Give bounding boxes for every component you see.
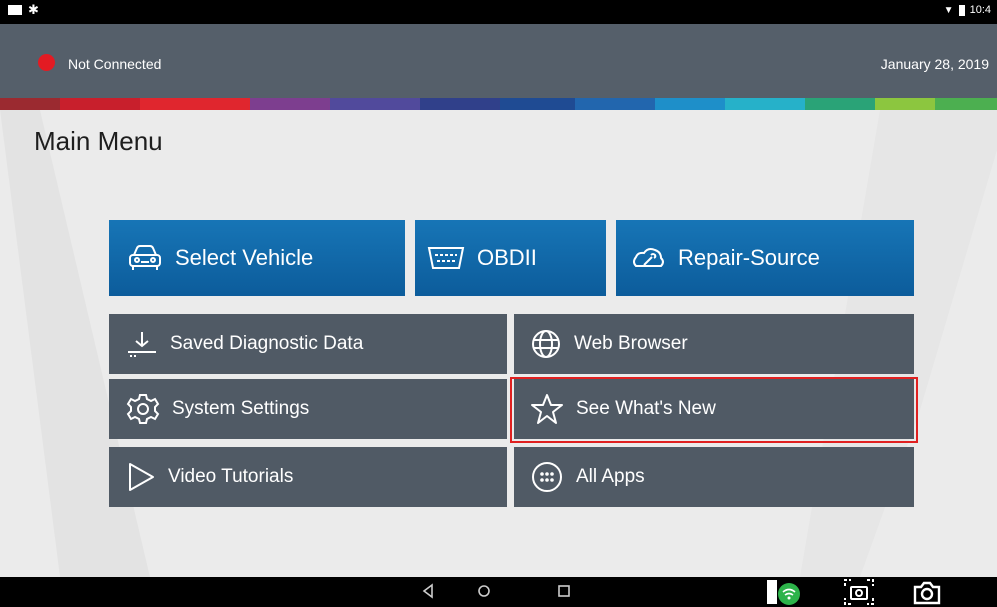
- web-browser-label: Web Browser: [574, 333, 688, 354]
- system-status-bar: ✱ ▼ 10:4: [0, 0, 997, 24]
- system-navigation-bar: [0, 577, 997, 607]
- current-date: January 28, 2019: [880, 56, 989, 72]
- connection-status-text: Not Connected: [68, 56, 162, 72]
- obdii-button[interactable]: OBDII: [415, 220, 606, 296]
- back-button[interactable]: [421, 581, 435, 606]
- wifi-connect-icon[interactable]: [767, 578, 803, 607]
- obdii-label: OBDII: [477, 245, 537, 270]
- system-settings-button[interactable]: System Settings: [109, 379, 507, 439]
- globe-icon: [530, 328, 562, 360]
- play-icon: [126, 461, 156, 493]
- brand-color-stripe: [0, 98, 997, 110]
- system-settings-label: System Settings: [172, 398, 310, 419]
- screen-capture-icon[interactable]: [843, 578, 875, 607]
- settings-notification-icon: ✱: [28, 2, 39, 17]
- recents-button[interactable]: [557, 581, 571, 606]
- video-tutorials-label: Video Tutorials: [168, 466, 294, 487]
- notification-icon: [8, 5, 22, 15]
- all-apps-button[interactable]: All Apps: [514, 447, 914, 507]
- video-tutorials-button[interactable]: Video Tutorials: [109, 447, 507, 507]
- main-menu-screen: Main Menu Select Vehicle OBDII Repair-So…: [0, 110, 997, 577]
- saved-diagnostic-data-button[interactable]: Saved Diagnostic Data: [109, 314, 507, 374]
- wrench-icon: [630, 244, 666, 272]
- home-button[interactable]: [476, 581, 492, 606]
- battery-icon: [958, 4, 965, 16]
- car-icon: [127, 243, 163, 273]
- app-header: Not Connected January 28, 2019: [0, 24, 997, 98]
- wifi-signal-icon: ▼: [943, 4, 954, 16]
- saved-diagnostic-data-label: Saved Diagnostic Data: [170, 333, 364, 354]
- download-icon: [126, 330, 158, 358]
- connection-status-indicator: [38, 54, 55, 71]
- gear-icon: [126, 392, 160, 426]
- web-browser-button[interactable]: Web Browser: [514, 314, 914, 374]
- clock: 10:4: [969, 4, 991, 16]
- all-apps-label: All Apps: [576, 466, 645, 487]
- repair-source-label: Repair-Source: [678, 245, 820, 270]
- apps-grid-icon: [530, 460, 564, 494]
- select-vehicle-button[interactable]: Select Vehicle: [109, 220, 405, 296]
- obd-connector-icon: [427, 245, 465, 271]
- page-title: Main Menu: [34, 126, 163, 156]
- select-vehicle-label: Select Vehicle: [175, 245, 314, 270]
- selection-highlight: [510, 377, 918, 443]
- repair-source-button[interactable]: Repair-Source: [616, 220, 914, 296]
- camera-icon[interactable]: [912, 579, 942, 607]
